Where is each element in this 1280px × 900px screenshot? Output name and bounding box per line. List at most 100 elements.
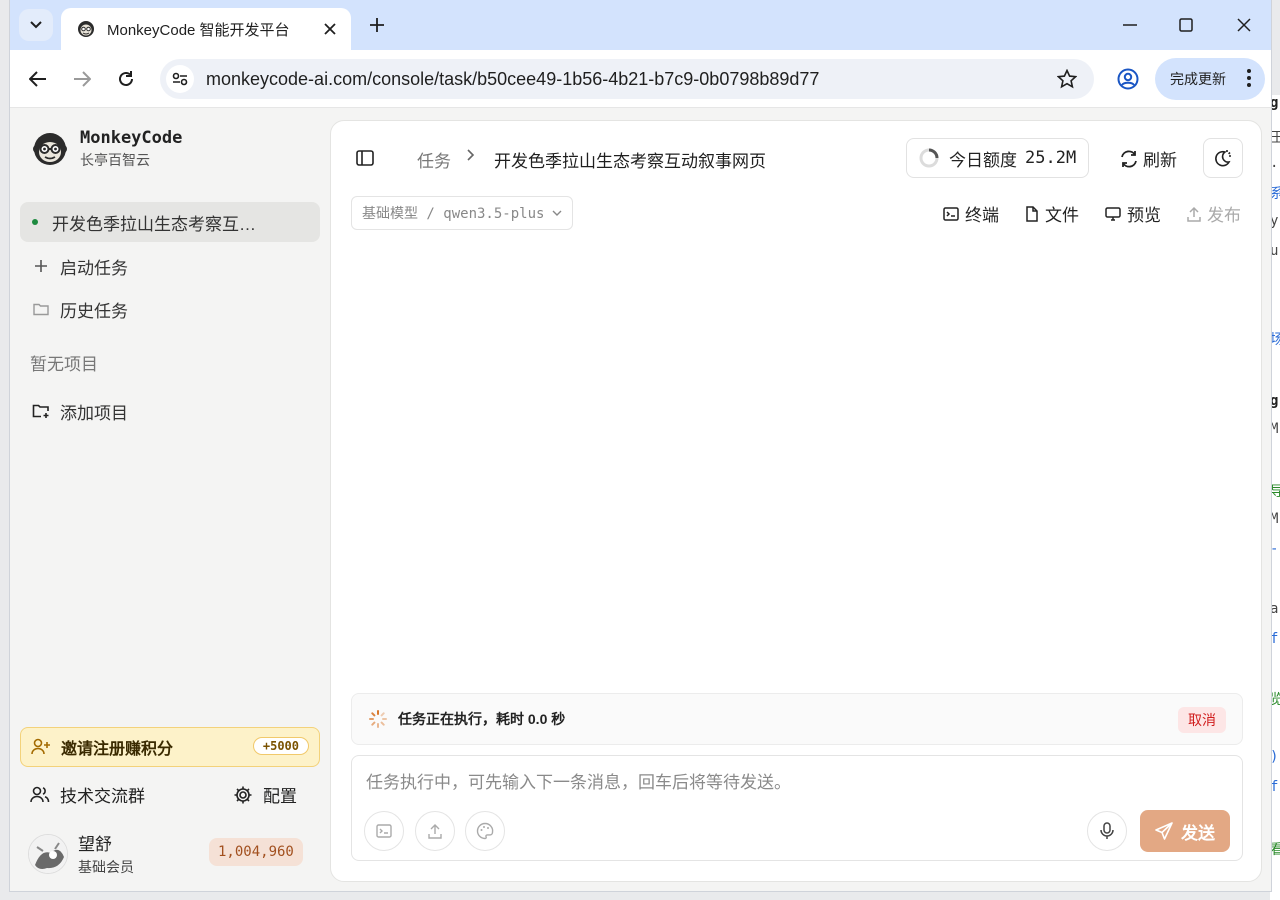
community-link[interactable]: 技术交流群 xyxy=(30,782,145,807)
terminal-icon xyxy=(376,824,392,838)
preview-label: 预览 xyxy=(1127,206,1161,225)
settings-link[interactable]: 配置 xyxy=(233,782,297,807)
maximize-icon xyxy=(1179,18,1193,32)
profile-icon[interactable] xyxy=(1113,64,1143,94)
task-status-text: 任务正在执行，耗时 0.0 秒 xyxy=(398,711,566,727)
user-card[interactable]: 望舒 基础会员 xyxy=(28,830,134,877)
folder-plus-icon xyxy=(32,402,50,420)
sidebar-toggle-icon[interactable] xyxy=(355,148,375,168)
sidebar-item-active-task[interactable]: 开发色季拉山生态考察互… xyxy=(20,202,320,242)
forward-button[interactable] xyxy=(66,63,98,95)
app-root: MonkeyCode 长亭百智云 开发色季拉山生态考察互… 启动任务 历史任务 xyxy=(10,108,1271,891)
cancel-button[interactable]: 取消 xyxy=(1178,707,1226,733)
daily-quota: 今日额度 25.2M xyxy=(906,138,1090,178)
refresh-icon xyxy=(1121,150,1137,167)
publish-label: 发布 xyxy=(1207,206,1241,225)
upload-button[interactable] xyxy=(415,811,455,851)
sidebar-item-label: 启动任务 xyxy=(60,258,128,278)
theme-icon xyxy=(1215,150,1231,167)
sidebar: MonkeyCode 长亭百智云 开发色季拉山生态考察互… 启动任务 历史任务 xyxy=(10,108,328,891)
plus-icon xyxy=(32,257,50,275)
more-vertical-icon xyxy=(1247,69,1251,87)
brand-name: MonkeyCode xyxy=(80,128,183,148)
file-icon xyxy=(1026,205,1038,222)
terminal-icon xyxy=(943,206,959,221)
upload-icon xyxy=(428,824,442,839)
avatar xyxy=(28,833,68,874)
microphone-button[interactable] xyxy=(1087,811,1127,851)
loading-ring-icon xyxy=(919,148,939,168)
refresh-button[interactable]: 刷新 xyxy=(1119,146,1177,171)
toolbar-actions: 终端 文件 预览 发布 xyxy=(917,201,1241,226)
plus-icon xyxy=(370,18,384,32)
new-tab-button[interactable] xyxy=(365,13,389,37)
bookmark-star-icon[interactable] xyxy=(1052,64,1082,94)
refresh-label: 刷新 xyxy=(1143,151,1177,170)
sidebar-item-label: 开发色季拉山生态考察互… xyxy=(52,214,256,234)
page-title: 开发色季拉山生态考察互动叙事网页 xyxy=(494,152,766,171)
sidebar-item-start-task[interactable]: 启动任务 xyxy=(20,246,320,286)
preview-button[interactable]: 预览 xyxy=(1105,201,1161,226)
model-selector[interactable]: 基础模型 / qwen3.5-plus xyxy=(351,196,574,230)
brand[interactable]: MonkeyCode 长亭百智云 xyxy=(32,128,182,170)
minimize-icon xyxy=(1123,24,1137,26)
breadcrumb-tasks[interactable]: 任务 xyxy=(417,147,451,172)
site-settings-icon[interactable] xyxy=(166,65,194,93)
user-role: 基础会员 xyxy=(78,859,134,875)
sidebar-item-history[interactable]: 历史任务 xyxy=(20,289,320,329)
settings-label: 配置 xyxy=(263,787,297,806)
close-tab-icon[interactable] xyxy=(321,20,339,38)
sidebar-item-label: 添加项目 xyxy=(60,403,128,423)
tab-title: MonkeyCode 智能开发平台 xyxy=(107,21,290,39)
back-button[interactable] xyxy=(22,63,54,95)
arrow-right-icon xyxy=(74,71,91,87)
tab-bar: MonkeyCode 智能开发平台 xyxy=(10,0,1271,50)
close-window-button[interactable] xyxy=(1230,12,1258,38)
send-button[interactable]: 发送 xyxy=(1140,810,1230,852)
invite-banner[interactable]: 邀请注册赚积分 +5000 xyxy=(20,727,320,767)
maximize-button[interactable] xyxy=(1172,12,1200,38)
user-name: 望舒 xyxy=(78,835,112,854)
terminal-label: 终端 xyxy=(965,206,999,225)
monitor-icon xyxy=(1105,206,1121,221)
theme-toggle-button[interactable] xyxy=(1203,138,1243,178)
command-button[interactable] xyxy=(364,811,404,851)
address-bar[interactable]: monkeycode-ai.com/console/task/b50cee49-… xyxy=(160,59,1094,99)
invite-bonus-badge: +5000 xyxy=(252,737,309,755)
chevron-down-icon xyxy=(552,210,562,216)
send-label: 发送 xyxy=(1181,823,1215,843)
palette-button[interactable] xyxy=(465,811,505,851)
minimize-button[interactable] xyxy=(1116,12,1144,38)
tab-monkeycode[interactable]: MonkeyCode 智能开发平台 xyxy=(61,8,351,50)
task-status-bar: 任务正在执行，耗时 0.0 秒 取消 xyxy=(351,693,1243,745)
quota-label: 今日额度 xyxy=(949,150,1017,170)
monkey-favicon-icon xyxy=(78,21,94,37)
files-button[interactable]: 文件 xyxy=(1025,201,1079,226)
browser-window: MonkeyCode 智能开发平台 monkeycode-ai.com/cons… xyxy=(9,0,1272,892)
quota-value: 25.2M xyxy=(1025,148,1077,168)
reload-icon xyxy=(119,71,133,86)
tab-search-button[interactable] xyxy=(19,9,53,41)
brand-subtitle: 长亭百智云 xyxy=(80,152,150,168)
upload-icon xyxy=(1187,206,1201,222)
spinner-icon xyxy=(369,710,387,728)
add-project-button[interactable]: 添加项目 xyxy=(20,391,320,431)
update-button[interactable]: 完成更新 xyxy=(1155,58,1265,100)
invite-label: 邀请注册赚积分 xyxy=(61,741,174,758)
sidebar-item-label: 历史任务 xyxy=(60,301,128,321)
terminal-button[interactable]: 终端 xyxy=(943,201,999,226)
publish-button[interactable]: 发布 xyxy=(1187,201,1241,226)
user-plus-icon xyxy=(31,738,50,755)
reload-button[interactable] xyxy=(110,63,142,95)
points-badge: 1,004,960 xyxy=(209,838,303,866)
users-icon xyxy=(30,786,50,802)
arrow-left-icon xyxy=(29,71,46,87)
update-label: 完成更新 xyxy=(1170,71,1226,87)
browser-toolbar: monkeycode-ai.com/console/task/b50cee49-… xyxy=(10,50,1271,108)
url-text[interactable]: monkeycode-ai.com/console/task/b50cee49-… xyxy=(206,69,1052,90)
chevron-right-icon xyxy=(467,149,475,161)
files-label: 文件 xyxy=(1045,206,1079,225)
running-dot-icon xyxy=(32,219,38,225)
model-label: 基础模型 / qwen3.5-plus xyxy=(362,206,545,222)
message-input[interactable]: 任务执行中，可先输入下一条消息，回车后将等待发送。 xyxy=(366,768,791,793)
